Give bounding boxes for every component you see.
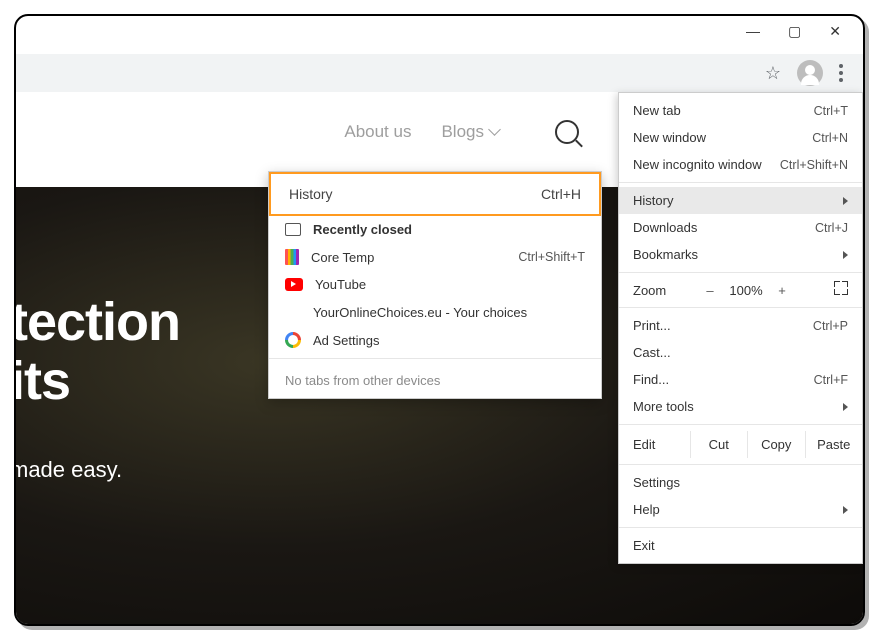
blank-icon <box>285 304 301 320</box>
menu-settings[interactable]: Settings <box>619 469 862 496</box>
hero-tagline: made easy. <box>16 457 122 483</box>
menu-new-incognito[interactable]: New incognito windowCtrl+Shift+N <box>619 151 862 178</box>
minimize-button[interactable]: — <box>746 23 760 39</box>
menu-zoom-row: Zoom – 100% + <box>619 277 862 303</box>
submenu-arrow-icon <box>843 197 848 205</box>
menu-separator <box>619 272 862 273</box>
menu-new-window[interactable]: New windowCtrl+N <box>619 124 862 151</box>
maximize-button[interactable]: ▢ <box>788 23 801 40</box>
edit-paste-button[interactable]: Paste <box>805 431 863 458</box>
item-label: Ad Settings <box>313 333 585 348</box>
menu-more-tools[interactable]: More tools <box>619 393 862 420</box>
item-label: YourOnlineChoices.eu - Your choices <box>313 305 585 320</box>
zoom-out-button[interactable]: – <box>697 283 723 298</box>
menu-separator <box>619 527 862 528</box>
menu-separator <box>619 307 862 308</box>
zoom-in-button[interactable]: + <box>769 283 795 298</box>
edit-label: Edit <box>619 431 690 458</box>
address-bar: ☆ <box>16 54 863 93</box>
hero-title: tectionits <box>16 293 180 412</box>
item-shortcut: Ctrl+Shift+T <box>518 250 585 264</box>
chevron-down-icon <box>488 123 501 136</box>
submenu-arrow-icon <box>843 403 848 411</box>
close-button[interactable]: ✕ <box>829 23 841 40</box>
menu-exit[interactable]: Exit <box>619 532 862 559</box>
menu-edit-row: Edit Cut Copy Paste <box>619 429 862 460</box>
nav-about-us[interactable]: About us <box>344 122 411 142</box>
menu-cast[interactable]: Cast... <box>619 339 862 366</box>
chrome-menu-button[interactable] <box>833 64 849 82</box>
edit-cut-button[interactable]: Cut <box>690 431 748 458</box>
recently-closed-item[interactable]: Ad Settings <box>269 326 601 354</box>
submenu-arrow-icon <box>843 251 848 259</box>
menu-separator <box>269 358 601 359</box>
menu-separator <box>619 464 862 465</box>
menu-help[interactable]: Help <box>619 496 862 523</box>
fullscreen-button[interactable] <box>834 281 848 299</box>
edit-copy-button[interactable]: Copy <box>747 431 805 458</box>
submenu-arrow-icon <box>843 506 848 514</box>
no-other-devices-text: No tabs from other devices <box>269 363 601 398</box>
fullscreen-icon <box>834 281 848 295</box>
tab-icon <box>285 223 301 236</box>
zoom-label: Zoom <box>633 283 697 298</box>
zoom-value: 100% <box>723 283 769 298</box>
item-label: YouTube <box>315 277 585 292</box>
youtube-icon <box>285 278 303 291</box>
google-g-icon <box>285 332 301 348</box>
profile-avatar-icon[interactable] <box>797 60 823 86</box>
menu-new-tab[interactable]: New tabCtrl+T <box>619 97 862 124</box>
nav-blogs[interactable]: Blogs <box>441 122 499 142</box>
bookmark-star-icon[interactable]: ☆ <box>759 59 787 87</box>
window-controls: — ▢ ✕ <box>746 16 863 46</box>
menu-find[interactable]: Find...Ctrl+F <box>619 366 862 393</box>
recently-closed-item[interactable]: Core Temp Ctrl+Shift+T <box>269 243 601 271</box>
chrome-main-menu: New tabCtrl+T New windowCtrl+N New incog… <box>618 92 863 564</box>
menu-history[interactable]: History <box>619 187 862 214</box>
history-shortcut: Ctrl+H <box>541 186 581 202</box>
history-label: History <box>289 186 333 202</box>
recently-closed-item[interactable]: YourOnlineChoices.eu - Your choices <box>269 298 601 326</box>
coretemp-icon <box>285 249 299 265</box>
menu-downloads[interactable]: DownloadsCtrl+J <box>619 214 862 241</box>
recently-closed-header: Recently closed <box>269 216 601 243</box>
menu-separator <box>619 424 862 425</box>
menu-print[interactable]: Print...Ctrl+P <box>619 312 862 339</box>
menu-bookmarks[interactable]: Bookmarks <box>619 241 862 268</box>
history-open-full[interactable]: History Ctrl+H <box>269 172 601 216</box>
menu-separator <box>619 182 862 183</box>
recently-closed-item[interactable]: YouTube <box>269 271 601 298</box>
item-label: Core Temp <box>311 250 506 265</box>
search-icon[interactable] <box>555 120 579 144</box>
history-submenu: History Ctrl+H Recently closed Core Temp… <box>268 171 602 399</box>
